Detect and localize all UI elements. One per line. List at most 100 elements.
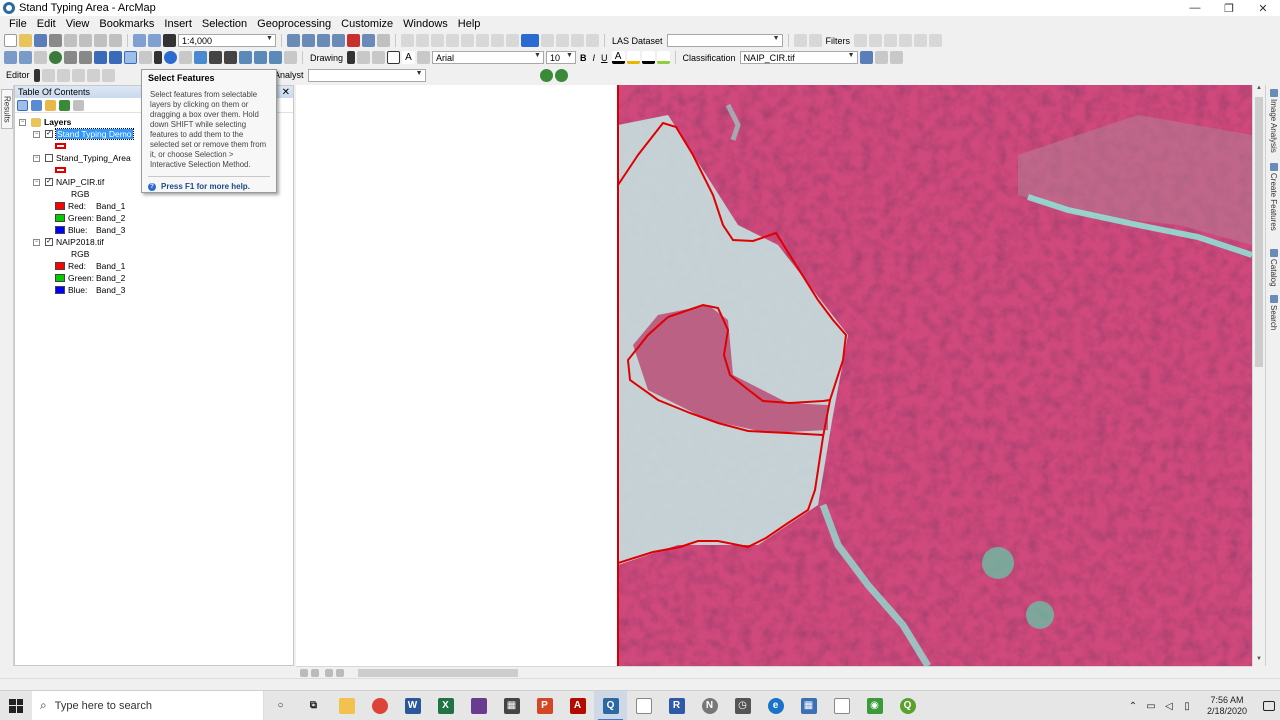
delete-icon[interactable] bbox=[109, 34, 122, 47]
layout-tool-2-icon[interactable] bbox=[556, 34, 569, 47]
close-button[interactable]: ✕ bbox=[1246, 0, 1280, 16]
blue-swatch-icon[interactable] bbox=[55, 286, 65, 294]
list-by-drawing-order-icon[interactable] bbox=[17, 99, 28, 111]
select-pointer-icon[interactable] bbox=[347, 51, 356, 64]
list-by-selection-icon[interactable] bbox=[59, 99, 70, 111]
layout-view-icon[interactable] bbox=[311, 668, 319, 677]
taskbar-app-app-circle[interactable]: N bbox=[693, 691, 726, 720]
zoom-whole-page-icon[interactable] bbox=[372, 51, 386, 64]
nav-down-icon[interactable] bbox=[899, 34, 913, 47]
georef-tool-7-icon[interactable] bbox=[491, 34, 504, 47]
red-swatch-icon[interactable] bbox=[55, 202, 65, 210]
georef-tool-8-icon[interactable] bbox=[506, 34, 519, 47]
taskbar-app-app-green[interactable]: ◉ bbox=[858, 691, 891, 720]
network-icon[interactable]: ▭ bbox=[1142, 691, 1160, 720]
undo-icon[interactable] bbox=[133, 34, 146, 47]
layout-tool-3-icon[interactable] bbox=[571, 34, 584, 47]
font-color-icon[interactable]: A bbox=[611, 51, 625, 64]
georef-tool-1-icon[interactable] bbox=[401, 34, 414, 47]
menu-selection[interactable]: Selection bbox=[197, 18, 252, 30]
green-swatch-icon[interactable] bbox=[55, 214, 65, 222]
taskbar-app-excel[interactable]: X bbox=[429, 691, 462, 720]
arcscene-icon[interactable] bbox=[554, 68, 568, 82]
find-route-icon[interactable] bbox=[239, 51, 252, 64]
pause-drawing-icon[interactable] bbox=[336, 668, 344, 677]
las-tool-1-icon[interactable] bbox=[793, 34, 807, 47]
tree-row-stand-typing-demo[interactable]: − ✓ Stand Typing Demo bbox=[33, 128, 134, 140]
start-button[interactable] bbox=[0, 691, 32, 720]
nav-back-icon[interactable] bbox=[854, 34, 868, 47]
layer-visibility-checkbox[interactable]: ✓ bbox=[45, 178, 53, 186]
classification-layer-combo[interactable]: NAIP_CIR.tif ▼ bbox=[739, 51, 858, 64]
map-horizontal-scrollbar[interactable] bbox=[296, 666, 1252, 678]
menu-bookmarks[interactable]: Bookmarks bbox=[94, 18, 159, 30]
trace-icon[interactable] bbox=[86, 68, 100, 82]
layer-visibility-checkbox[interactable]: ✓ bbox=[45, 130, 53, 138]
map-data-frame-empty[interactable] bbox=[296, 85, 618, 666]
data-view-icon[interactable] bbox=[300, 668, 308, 677]
list-by-source-icon[interactable] bbox=[31, 99, 42, 111]
polygon-symbol-icon[interactable] bbox=[55, 143, 66, 149]
underline-button[interactable]: U bbox=[599, 53, 610, 63]
go-to-xy-icon[interactable] bbox=[254, 51, 267, 64]
taskbar-app-task-view[interactable]: ⧉ bbox=[297, 691, 330, 720]
create-features-tab[interactable]: Create Features bbox=[1268, 163, 1279, 241]
classification-dropdown[interactable]: Classification bbox=[681, 53, 738, 63]
georef-tool-2-icon[interactable] bbox=[416, 34, 429, 47]
image-analysis-tab[interactable]: Image Analysis bbox=[1268, 89, 1279, 159]
font-name-combo[interactable]: Arial ▼ bbox=[432, 51, 545, 64]
rectangle-icon[interactable] bbox=[387, 51, 401, 64]
clock[interactable]: 7:56 AM 2/18/2020 bbox=[1196, 695, 1258, 717]
red-swatch-icon[interactable] bbox=[55, 262, 65, 270]
italic-button[interactable]: I bbox=[591, 53, 598, 63]
filters-dropdown[interactable]: Filters bbox=[824, 36, 853, 46]
select-features-icon[interactable] bbox=[124, 51, 137, 64]
marker-color-icon[interactable] bbox=[656, 51, 670, 64]
volume-icon[interactable]: ◁ bbox=[1160, 691, 1178, 720]
minimize-button[interactable]: — bbox=[1178, 0, 1212, 16]
list-by-visibility-icon[interactable] bbox=[45, 99, 56, 111]
restore-button[interactable]: ❐ bbox=[1212, 0, 1246, 16]
edit-tool-icon[interactable] bbox=[33, 68, 40, 82]
go-back-icon[interactable] bbox=[94, 51, 107, 64]
select-elements-icon[interactable] bbox=[154, 51, 162, 64]
go-forward-icon[interactable] bbox=[109, 51, 122, 64]
classification-tool-2-icon[interactable] bbox=[874, 51, 888, 64]
measure-icon[interactable] bbox=[209, 51, 222, 64]
nav-forward-icon[interactable] bbox=[869, 34, 883, 47]
las-dataset-combo[interactable]: ▼ bbox=[666, 34, 783, 47]
layer-name[interactable]: Stand_Typing_Area bbox=[56, 153, 131, 163]
pan-icon[interactable] bbox=[34, 51, 47, 64]
taskbar-app-arcmap[interactable]: Q bbox=[594, 690, 627, 720]
font-size-combo[interactable]: 10 ▼ bbox=[546, 51, 577, 64]
georef-tool-3-icon[interactable] bbox=[431, 34, 444, 47]
line-color-icon[interactable] bbox=[641, 51, 655, 64]
taskbar-app-app-blue[interactable]: R bbox=[660, 691, 693, 720]
zoom-in-icon[interactable] bbox=[4, 51, 17, 64]
open-folder-icon[interactable] bbox=[19, 34, 32, 47]
zoom-out-icon[interactable] bbox=[19, 51, 32, 64]
edit-annotation-icon[interactable] bbox=[41, 68, 55, 82]
redo-icon[interactable] bbox=[148, 34, 161, 47]
results-tab[interactable]: Results bbox=[1, 89, 13, 129]
viewer-window-icon[interactable] bbox=[284, 51, 297, 64]
globe-icon[interactable] bbox=[539, 68, 553, 82]
menu-geoprocessing[interactable]: Geoprocessing bbox=[252, 18, 336, 30]
menu-edit[interactable]: Edit bbox=[32, 18, 61, 30]
layout-tool-4-icon[interactable] bbox=[586, 34, 599, 47]
copy-icon[interactable] bbox=[79, 34, 92, 47]
toc-options-icon[interactable] bbox=[73, 99, 84, 111]
color-block-icon[interactable] bbox=[521, 34, 539, 47]
nav-up-icon[interactable] bbox=[884, 34, 898, 47]
georef-tool-5-icon[interactable] bbox=[461, 34, 474, 47]
layer-visibility-checkbox[interactable] bbox=[45, 154, 53, 162]
las-dataset-label[interactable]: LAS Dataset bbox=[610, 36, 665, 46]
taskbar-search-box[interactable]: ⌕ Type here to search bbox=[32, 690, 264, 720]
fixed-zoom-out-icon[interactable] bbox=[79, 51, 92, 64]
taskbar-app-calculator[interactable]: ▦ bbox=[495, 691, 528, 720]
tree-row-naip2018[interactable]: − ✓ NAIP2018.tif bbox=[33, 236, 104, 248]
scroll-thumb[interactable] bbox=[358, 669, 518, 677]
collapse-icon[interactable]: − bbox=[33, 154, 40, 162]
menu-help[interactable]: Help bbox=[453, 18, 486, 30]
arctoolbox-icon[interactable] bbox=[347, 34, 360, 47]
